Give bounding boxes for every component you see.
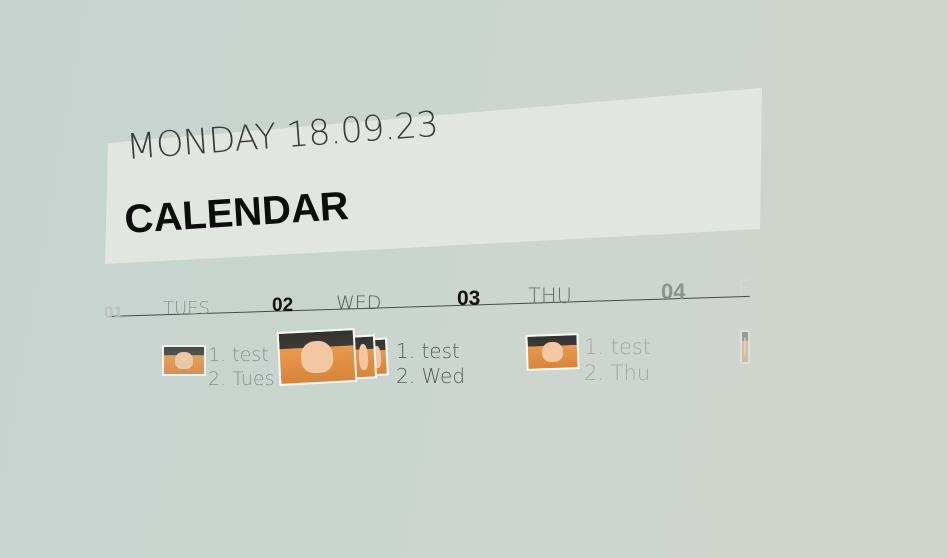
event-item: 2. Thu [584,361,651,386]
character-photo-icon[interactable] [162,345,206,376]
event-item: 1. test [584,335,652,359]
face-shape [175,351,193,370]
event-item: 2. Wed [396,364,466,388]
day-number-03[interactable]: 03 [457,287,480,311]
day-label-wed[interactable]: WED [336,292,381,314]
day-number-02[interactable]: 02 [272,295,293,317]
character-photo-icon[interactable] [740,330,750,364]
event-item: 2. Tues [208,367,275,390]
day-number-01[interactable]: 01 [104,303,123,323]
character-photo-icon[interactable] [525,333,580,371]
event-item: 1. test [208,344,269,366]
event-list-tues[interactable]: 1. test 2. Tues [208,344,275,392]
event-list-thu[interactable]: 1. test 2. Thu [584,334,651,387]
face-shape [358,343,369,371]
day-label-fri[interactable]: F [738,277,751,302]
event-list-wed[interactable]: 1. test 2. Wed [396,339,465,389]
day-label-tues[interactable]: TUES [163,298,210,319]
face-shape [541,341,564,363]
event-item: 1. test [396,339,460,363]
character-photo-icon[interactable] [276,327,358,387]
face-shape [743,337,747,357]
header-banner [105,88,762,264]
day-label-thu[interactable]: THU [528,284,572,308]
face-shape [299,340,335,374]
day-number-04[interactable]: 04 [661,279,685,305]
